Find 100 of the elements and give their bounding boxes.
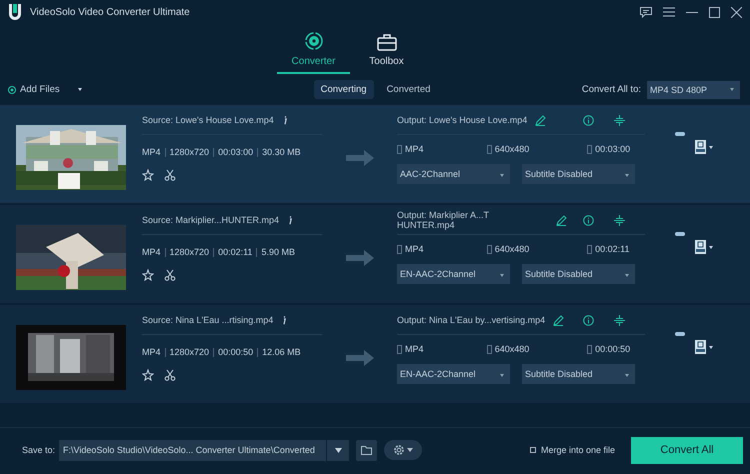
filesize-text: 30.30 MB bbox=[262, 147, 301, 157]
info-icon[interactable] bbox=[583, 114, 594, 126]
subtitle-file-icon[interactable] bbox=[695, 240, 706, 254]
open-folder-button[interactable] bbox=[356, 440, 378, 460]
source-filename: Source: Lowe's House Love.mp4 bbox=[142, 115, 274, 125]
main-tab[interactable]: Toolbox bbox=[350, 24, 423, 74]
resolution-text: 1280x720 bbox=[170, 147, 210, 157]
format-text: MP4 bbox=[142, 147, 161, 157]
caret-icon bbox=[500, 274, 504, 277]
resolution-text: 1280x720 bbox=[170, 347, 210, 357]
split-icon[interactable] bbox=[614, 114, 625, 126]
format-text: MP4 bbox=[142, 247, 161, 257]
format-text: MP4 bbox=[405, 344, 424, 354]
save-path-field[interactable]: F:\VideoSolo Studio\VideoSolo... Converter Ultimate\Converted bbox=[59, 440, 350, 460]
collapse-icon[interactable] bbox=[675, 132, 685, 136]
duration-text: 00:02:11 bbox=[595, 244, 630, 254]
split-icon[interactable] bbox=[614, 214, 626, 226]
merge-checkbox[interactable] bbox=[530, 447, 536, 453]
window-title: VideoSolo Video Converter Ultimate bbox=[30, 6, 190, 18]
output-filename: Output: Nina L'Eau by...vertising.mp4 bbox=[397, 315, 546, 325]
format-text: MP4 bbox=[405, 244, 424, 254]
resolution-text: 640x480 bbox=[494, 144, 530, 154]
format-icon bbox=[397, 344, 402, 354]
view-tab[interactable]: Converting bbox=[314, 80, 374, 99]
subtitle-dropdown[interactable]: Subtitle Disabled bbox=[522, 364, 635, 384]
caret-icon[interactable] bbox=[709, 246, 713, 248]
format-text: MP4 bbox=[142, 347, 161, 357]
source-filename: Source: Nina L'Eau ...rtising.mp4 bbox=[142, 315, 274, 325]
subtitle-file-icon[interactable] bbox=[695, 340, 706, 354]
format-icon bbox=[397, 244, 402, 254]
collapse-icon[interactable] bbox=[675, 332, 685, 336]
view-tab[interactable]: Converted bbox=[380, 80, 438, 99]
subtitle-dropdown[interactable]: Subtitle Disabled bbox=[522, 264, 635, 284]
converter-icon bbox=[304, 31, 324, 51]
collapse-icon[interactable] bbox=[675, 232, 685, 236]
caret-icon bbox=[625, 374, 629, 377]
output-filename: Output: Lowe's House Love.mp4 bbox=[397, 115, 528, 125]
pencil-icon[interactable] bbox=[556, 214, 568, 226]
subtitle-file-icon[interactable] bbox=[695, 140, 706, 154]
output-filename: Output: Markiplier A...T HUNTER.mp4 bbox=[397, 210, 490, 230]
format-text: MP4 bbox=[405, 144, 424, 154]
caret-icon[interactable] bbox=[78, 88, 82, 91]
duration-icon bbox=[587, 344, 592, 354]
caret-icon bbox=[500, 374, 504, 377]
scissors-icon[interactable] bbox=[164, 369, 176, 381]
pencil-icon[interactable] bbox=[535, 114, 546, 126]
duration-text: 00:00:50 bbox=[595, 344, 630, 354]
duration-icon bbox=[587, 144, 592, 154]
audio-dropdown[interactable]: AAC-2Channel bbox=[397, 164, 510, 184]
file-row[interactable]: Source: Lowe's House Love.mp4 MP4 1280x720 00:03:00 30.30 MB Output: Lowe's House Love.mp4 MP4 640x480 00:03:00 AAC-2Channel Subtitle Disabled bbox=[0, 105, 750, 203]
save-to-label: Save to: bbox=[22, 445, 56, 455]
caret-icon[interactable] bbox=[709, 146, 713, 148]
info-icon[interactable] bbox=[282, 115, 288, 125]
scissors-icon[interactable] bbox=[164, 269, 176, 281]
resolution-text: 1280x720 bbox=[170, 247, 210, 257]
info-icon[interactable] bbox=[281, 315, 288, 325]
convert-all-button[interactable]: Convert All bbox=[631, 436, 743, 464]
caret-icon bbox=[625, 174, 629, 177]
pencil-icon[interactable] bbox=[553, 314, 564, 326]
toolbox-icon bbox=[376, 33, 396, 51]
caret-icon bbox=[334, 448, 342, 452]
format-dropdown[interactable]: MP4 SD 480P bbox=[647, 80, 740, 98]
resolution-icon bbox=[486, 244, 492, 254]
menu-icon[interactable] bbox=[663, 7, 675, 17]
feedback-icon[interactable] bbox=[640, 6, 652, 18]
file-row[interactable]: Source: Markiplier...HUNTER.mp4 MP4 1280x720 00:02:11 5.90 MB Output: Markiplier A...T HUNTER.mp4 MP4 640x480 00:02:11 EN-AAC-2Channel Subtitle Disabled bbox=[0, 205, 750, 303]
scissors-icon[interactable] bbox=[164, 169, 176, 181]
add-files-button[interactable]: Add Files bbox=[8, 84, 60, 95]
settings-icon bbox=[393, 444, 406, 456]
caret-icon bbox=[407, 448, 414, 452]
duration-text: 00:03:00 bbox=[218, 147, 254, 157]
caret-icon[interactable] bbox=[709, 346, 713, 348]
split-icon[interactable] bbox=[614, 314, 625, 326]
caret-icon bbox=[500, 174, 504, 177]
info-icon[interactable] bbox=[287, 215, 294, 225]
source-filename: Source: Markiplier...HUNTER.mp4 bbox=[142, 215, 280, 225]
caret-icon bbox=[625, 274, 629, 277]
resolution-icon bbox=[486, 144, 492, 154]
caret-icon bbox=[730, 88, 734, 91]
info-icon[interactable] bbox=[583, 214, 594, 226]
resolution-text: 640x480 bbox=[494, 344, 530, 354]
add-icon bbox=[8, 86, 16, 94]
merge-label: Merge into one file bbox=[540, 445, 615, 455]
file-row[interactable]: Source: Nina L'Eau ...rtising.mp4 MP4 1280x720 00:00:50 12.06 MB Output: Nina L'Eau by...vertising.mp4 MP4 640x480 00:00:50 EN-AAC-2Channel Subtitle Disabled bbox=[0, 305, 750, 403]
main-tab[interactable]: Converter bbox=[277, 24, 350, 74]
close-icon[interactable] bbox=[731, 6, 742, 18]
app-logo bbox=[8, 3, 22, 21]
maximize-icon[interactable] bbox=[709, 6, 720, 18]
arrow-icon bbox=[346, 249, 374, 267]
duration-text: 00:03:00 bbox=[595, 144, 630, 154]
duration-text: 00:00:50 bbox=[218, 347, 254, 357]
settings-button[interactable] bbox=[384, 440, 422, 460]
subtitle-dropdown[interactable]: Subtitle Disabled bbox=[522, 164, 635, 184]
audio-dropdown[interactable]: EN-AAC-2Channel bbox=[397, 364, 510, 384]
audio-dropdown[interactable]: EN-AAC-2Channel bbox=[397, 264, 510, 284]
folder-icon bbox=[361, 446, 372, 454]
resolution-icon bbox=[486, 344, 492, 354]
convert-all-label: Convert All to: bbox=[582, 84, 641, 95]
info-icon[interactable] bbox=[583, 314, 594, 326]
resolution-text: 640x480 bbox=[494, 244, 530, 254]
